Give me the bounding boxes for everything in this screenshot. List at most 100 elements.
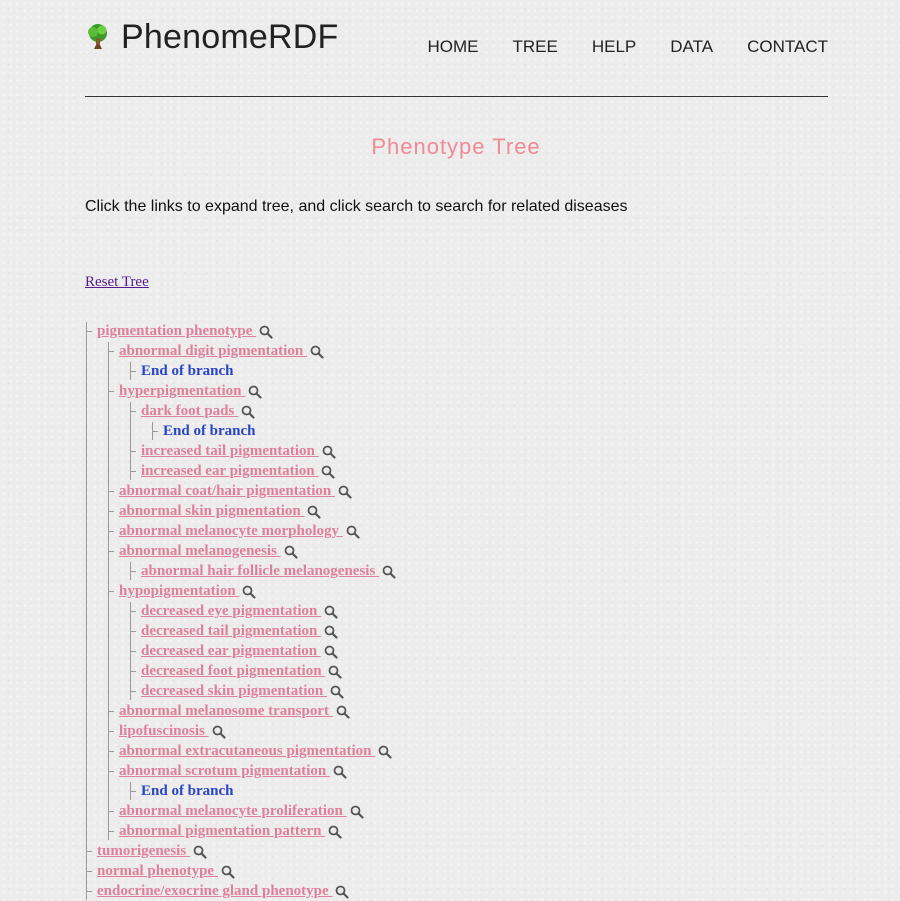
tree-node-label: abnormal coat/hair pigmentation (119, 483, 335, 499)
tree-node-link[interactable]: abnormal coat/hair pigmentation (119, 481, 352, 501)
search-icon[interactable] (307, 505, 322, 519)
search-icon[interactable] (328, 825, 342, 839)
tree-node-link[interactable]: decreased foot pigmentation (141, 661, 342, 681)
tree-node-label: abnormal scrotum pigmentation (119, 763, 330, 779)
tree-node-link[interactable]: abnormal melanogenesis (119, 541, 298, 561)
nav-home[interactable]: HOME (428, 37, 479, 57)
search-icon[interactable] (338, 485, 352, 499)
search-icon[interactable] (310, 345, 324, 359)
tree-node-link[interactable]: abnormal pigmentation pattern (119, 821, 342, 841)
nav-tree[interactable]: TREE (513, 37, 558, 57)
search-icon[interactable] (336, 705, 350, 719)
tree-node-link[interactable]: hyperpigmentation (119, 381, 262, 401)
search-icon[interactable] (221, 865, 235, 879)
search-icon[interactable] (324, 625, 338, 639)
search-icon[interactable] (212, 725, 226, 739)
tree-node-link[interactable]: hypopigmentation (119, 581, 257, 601)
tree-guide (130, 782, 131, 800)
tree-node-label: normal phenotype (97, 863, 218, 879)
search-icon[interactable] (330, 685, 344, 699)
tree-node-label: decreased skin pigmentation (141, 683, 327, 699)
search-icon[interactable] (284, 545, 298, 559)
tree-node-label: decreased tail pigmentation (141, 623, 322, 639)
tree-node-label: hypopigmentation (119, 583, 240, 599)
tree-node-label: pigmentation phenotype (97, 323, 257, 339)
intro-text: Click the links to expand tree, and clic… (85, 198, 628, 215)
tree-node-label: dark foot pads (141, 403, 239, 419)
tree-node-label: increased ear pigmentation (141, 463, 319, 479)
end-of-branch: End of branch (141, 783, 234, 799)
tree-node-link[interactable]: increased tail pigmentation (141, 441, 336, 461)
search-icon[interactable] (333, 765, 347, 779)
tree-node-link[interactable]: tumorigenesis (97, 841, 207, 861)
brand[interactable]: PhenomeRDF (85, 20, 338, 54)
search-icon[interactable] (382, 565, 396, 579)
tree-guide (86, 322, 87, 900)
tree-guide (130, 362, 131, 380)
reset-tree-link[interactable]: Reset Tree (85, 274, 149, 291)
search-icon[interactable] (378, 745, 392, 759)
tree-guide (86, 882, 87, 900)
tree-node-link[interactable]: decreased skin pigmentation (141, 681, 344, 701)
tree-node-label: abnormal melanosome transport (119, 703, 333, 719)
tree-node-label: abnormal melanogenesis (119, 543, 281, 559)
nav-contact[interactable]: CONTACT (747, 37, 828, 57)
search-icon[interactable] (324, 605, 338, 619)
tree-guide (130, 462, 131, 480)
tree-node-link[interactable]: dark foot pads (141, 401, 255, 421)
main-nav: HOME TREE HELP DATA CONTACT (428, 37, 829, 57)
tree-node-link[interactable]: abnormal melanocyte morphology (119, 521, 360, 541)
tree-node-link[interactable]: abnormal melanosome transport (119, 701, 350, 721)
tree-node-link[interactable]: abnormal digit pigmentation (119, 341, 324, 361)
search-icon[interactable] (324, 645, 338, 659)
tree-guide (108, 822, 109, 840)
tree-node-link[interactable]: endocrine/exocrine gland phenotype (97, 881, 350, 901)
tree-node-label: abnormal extracutaneous pigmentation (119, 743, 376, 759)
search-icon[interactable] (259, 325, 273, 339)
tree-node-link[interactable]: abnormal scrotum pigmentation (119, 761, 347, 781)
tree-node-link[interactable]: decreased tail pigmentation (141, 621, 338, 641)
end-of-branch: End of branch (163, 423, 256, 439)
search-icon[interactable] (241, 405, 255, 419)
tree-node-label: increased tail pigmentation (141, 443, 319, 459)
tree-node-link[interactable]: abnormal skin pigmentation (119, 501, 322, 521)
tree-node-link[interactable]: decreased eye pigmentation (141, 601, 338, 621)
tree-node-label: endocrine/exocrine gland phenotype (97, 883, 333, 899)
search-icon[interactable] (242, 585, 257, 599)
tree-guide (130, 682, 131, 700)
tree-node-label: decreased eye pigmentation (141, 603, 322, 619)
tree-node-label: abnormal melanocyte proliferation (119, 803, 347, 819)
nav-help[interactable]: HELP (592, 37, 636, 57)
tree-icon (88, 24, 107, 49)
search-icon[interactable] (350, 805, 364, 819)
search-icon[interactable] (335, 885, 350, 899)
tree-node-label: abnormal melanocyte morphology (119, 523, 343, 539)
tree-node-label: abnormal pigmentation pattern (119, 823, 326, 839)
search-icon[interactable] (322, 445, 336, 459)
tree-node-label: abnormal hair follicle melanogenesis (141, 563, 380, 579)
search-icon[interactable] (346, 525, 360, 539)
tree-node-link[interactable]: abnormal hair follicle melanogenesis (141, 561, 396, 581)
tree-node-label: abnormal skin pigmentation (119, 503, 305, 519)
tree-guide (130, 562, 131, 580)
tree-node-link[interactable]: lipofuscinosis (119, 721, 226, 741)
tree-node-label: decreased foot pigmentation (141, 663, 326, 679)
tree-node-link[interactable]: abnormal melanocyte proliferation (119, 801, 364, 821)
end-of-branch: End of branch (141, 363, 234, 379)
nav-data[interactable]: DATA (670, 37, 713, 57)
tree-node-link[interactable]: pigmentation phenotype (97, 321, 273, 341)
tree-node-link[interactable]: decreased ear pigmentation (141, 641, 338, 661)
tree-node-label: abnormal digit pigmentation (119, 343, 307, 359)
search-icon[interactable] (328, 665, 342, 679)
site-header: PhenomeRDF HOME TREE HELP DATA CONTACT (85, 0, 828, 97)
tree-node-link[interactable]: abnormal extracutaneous pigmentation (119, 741, 392, 761)
page-title: Phenotype Tree (371, 134, 541, 159)
tree-node-label: lipofuscinosis (119, 723, 209, 739)
search-icon[interactable] (248, 385, 262, 399)
search-icon[interactable] (321, 465, 335, 479)
tree-node-label: hyperpigmentation (119, 383, 246, 399)
tree-node-link[interactable]: normal phenotype (97, 861, 235, 881)
search-icon[interactable] (193, 845, 207, 859)
brand-name: PhenomeRDF (121, 18, 339, 56)
tree-node-link[interactable]: increased ear pigmentation (141, 461, 335, 481)
